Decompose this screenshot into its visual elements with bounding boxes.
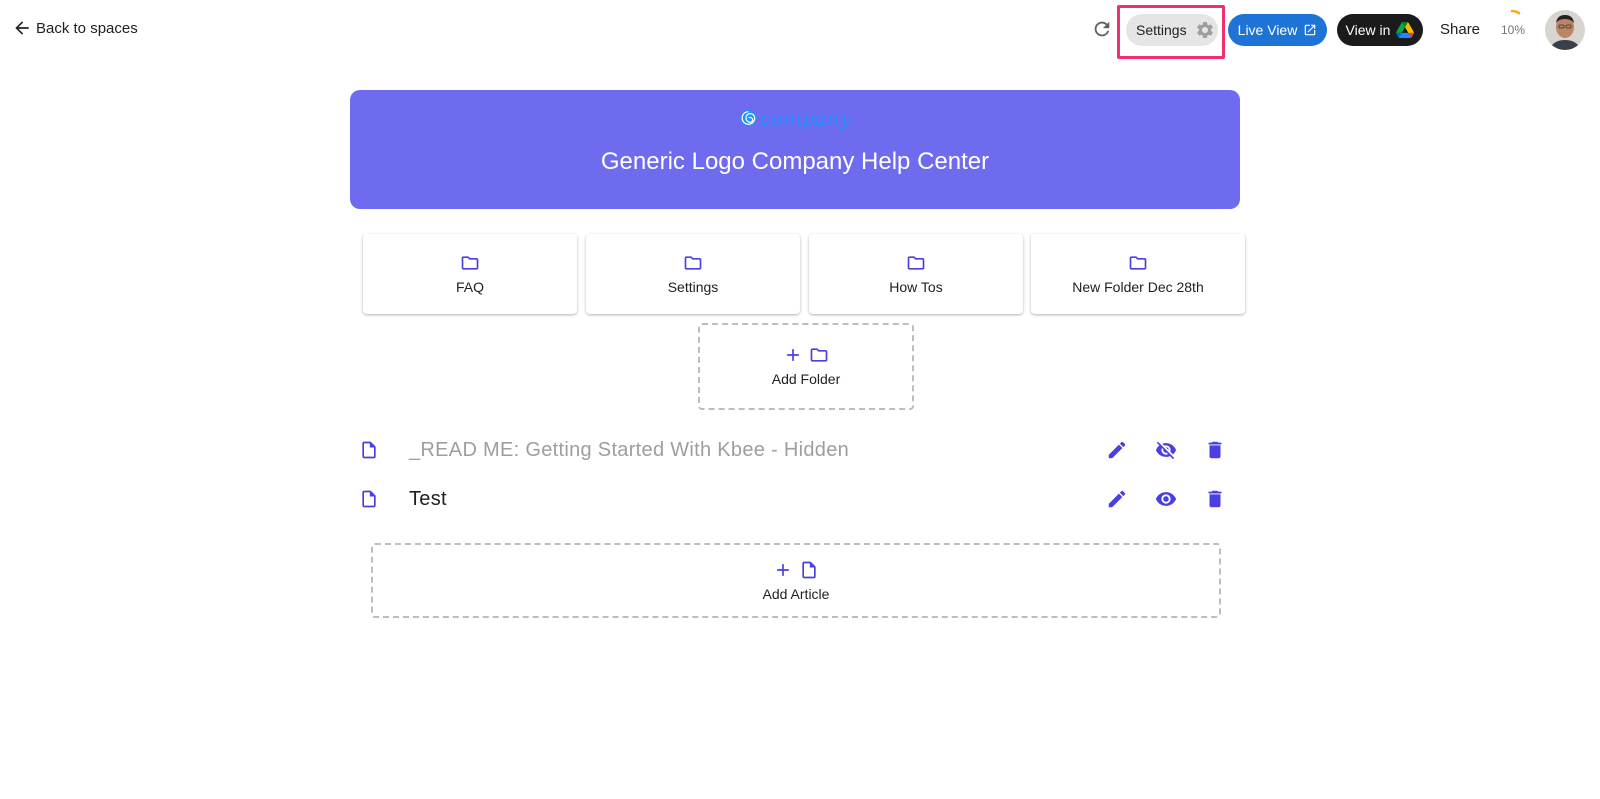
live-view-label: Live View [1237,22,1298,38]
visibility-icon[interactable] [1155,488,1177,510]
share-button[interactable]: Share [1440,21,1480,38]
gear-icon [1196,21,1213,38]
document-icon [362,490,376,508]
add-folder-button[interactable]: Add Folder [698,323,914,410]
help-center-banner: company Generic Logo Company Help Center [350,90,1240,209]
folder-card-settings[interactable]: Settings [586,234,800,314]
edit-icon[interactable] [1106,488,1128,510]
avatar[interactable] [1545,10,1585,50]
delete-icon[interactable] [1204,488,1226,510]
article-row-readme[interactable]: _READ ME: Getting Started With Kbee - Hi… [350,430,1240,470]
open-in-new-icon [1305,24,1316,36]
document-icon [362,441,376,459]
view-in-drive-button[interactable]: View in [1337,14,1423,46]
folder-label: Settings [667,279,719,295]
plus-icon [777,564,789,576]
logo-text: company [759,106,851,130]
folder-card-how-tos[interactable]: How Tos [809,234,1023,314]
settings-label: Settings [1136,22,1187,38]
company-logo: company [739,102,851,134]
settings-button[interactable]: Settings [1126,14,1218,46]
folder-card-new-folder[interactable]: New Folder Dec 28th [1031,234,1245,314]
progress-percent: 10% [1500,23,1526,37]
article-title[interactable]: Test [409,488,447,511]
folder-icon [461,256,479,270]
add-article-label: Add Article [762,586,830,602]
live-view-button[interactable]: Live View [1228,14,1327,46]
folder-label: New Folder Dec 28th [1072,279,1204,295]
article-row-test[interactable]: Test [350,479,1240,519]
refresh-icon[interactable] [1091,18,1113,40]
article-title[interactable]: _READ ME: Getting Started With Kbee - Hi… [409,439,849,462]
folder-icon [810,348,828,362]
folder-label: FAQ [455,279,484,295]
add-folder-label: Add Folder [771,371,841,387]
plus-icon [787,349,799,361]
folder-card-faq[interactable]: FAQ [363,234,577,314]
view-in-label: View in [1345,22,1391,38]
google-drive-icon [1396,22,1415,38]
folder-icon [684,256,702,270]
page-title: Generic Logo Company Help Center [600,148,990,175]
edit-icon[interactable] [1106,439,1128,461]
document-icon [802,561,816,579]
toolbar: Settings Live View View in Share 10% [0,0,1600,60]
delete-icon[interactable] [1204,439,1226,461]
user-photo [1545,10,1585,50]
swirl-logo-icon [740,109,757,127]
visibility-off-icon[interactable] [1155,439,1177,461]
folder-icon [907,256,925,270]
folder-icon [1129,256,1147,270]
add-article-button[interactable]: Add Article [371,543,1221,618]
folder-label: How Tos [889,279,943,295]
